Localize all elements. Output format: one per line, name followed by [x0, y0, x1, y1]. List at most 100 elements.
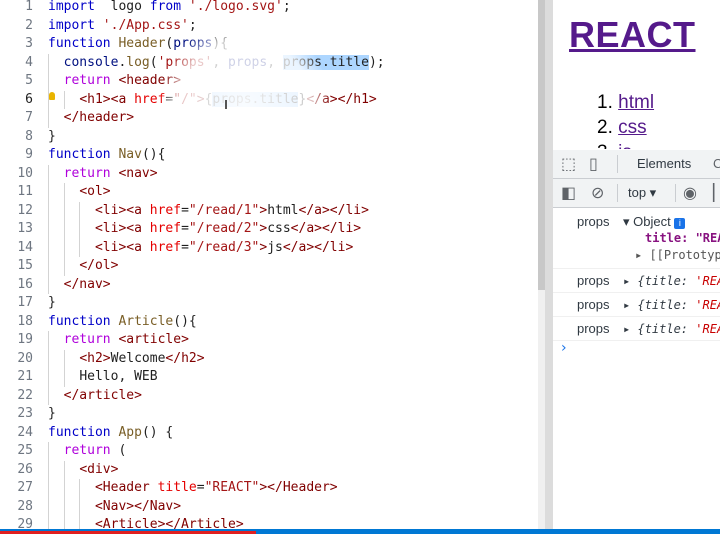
expand-arrow[interactable]: ▸ {	[623, 322, 645, 336]
nav-link-css[interactable]: css	[618, 117, 647, 138]
tab-elements[interactable]: Elements	[637, 150, 691, 178]
code-text: <li><a href="/read/3">js</a></li>	[48, 239, 353, 258]
code-text: <Header title="REACT"></Header>	[48, 479, 338, 498]
inspect-element-icon[interactable]: ⬚	[561, 150, 576, 178]
code-token: <Header	[94, 480, 158, 495]
code-editor[interactable]: 1 import logo from './logo.svg'; 2 import '…	[0, 0, 545, 534]
line-number: 17	[17, 295, 33, 310]
code-line[interactable]: 15 </ol>	[0, 257, 545, 276]
log-object-collapsed[interactable]: ▸ {title: 'REAC	[623, 322, 720, 336]
code-line[interactable]: 18 function Article(){	[0, 313, 545, 332]
log-object-collapsed[interactable]: ▸ {title: 'REAC	[623, 274, 720, 288]
code-text: function Article(){	[48, 313, 197, 332]
code-text: <Nav></Nav>	[48, 498, 181, 517]
code-token: }	[48, 406, 56, 421]
indent-guide	[48, 53, 49, 72]
indent-guide	[63, 497, 65, 516]
object-value: 'REAC	[695, 298, 720, 312]
object-key: title:	[644, 274, 696, 288]
log-object-expanded[interactable]: ▾ Object i	[623, 214, 686, 230]
code-line[interactable]: 23}	[0, 405, 545, 424]
code-token: Hello, WEB	[79, 369, 158, 384]
page-title-link[interactable]: REACT	[569, 14, 696, 56]
code-token: <Nav></Nav>	[94, 498, 182, 514]
code-text: function Nav(){	[48, 146, 165, 165]
code-token: "/read/3"	[188, 239, 260, 255]
code-line[interactable]: 10 return <nav>	[0, 164, 545, 183]
code-line[interactable]: 13 <li><a href="/read/2">css</a></li>	[0, 220, 545, 239]
code-token: <article>	[110, 332, 189, 347]
code-line[interactable]: 1 import logo from './logo.svg';	[0, 0, 545, 17]
code-line[interactable]: 26 <div>	[0, 460, 545, 479]
code-line[interactable]: 22 </article>	[0, 386, 545, 405]
object-summary: ▾ Object	[623, 214, 675, 229]
code-token: (){	[173, 313, 197, 329]
console-log-entry: props ▾ Object i title: "REA ▸ [[Prototy…	[553, 212, 720, 269]
code-token: =	[181, 239, 189, 255]
code-line[interactable]: 21 Hello, WEB	[0, 368, 545, 387]
code-token: function	[48, 36, 111, 51]
log-object-collapsed[interactable]: ▸ {title: 'REAC	[623, 298, 720, 312]
code-text: <h1><a href="/">{props.title}</a></h1>	[48, 91, 377, 110]
info-icon[interactable]: i	[674, 218, 686, 229]
indent-guide	[48, 275, 49, 294]
expand-arrow[interactable]: ▸ {	[623, 298, 645, 312]
code-token: './App.css'	[94, 17, 189, 33]
code-line[interactable]: 11 <ol>	[0, 183, 545, 202]
code-line[interactable]: 5 return <header>	[0, 72, 545, 91]
code-token: ></Header>	[259, 480, 338, 495]
code-token: href	[149, 239, 182, 255]
lightbulb-icon[interactable]	[49, 92, 55, 100]
toolbar-divider	[675, 184, 676, 202]
line-number: 23	[17, 406, 33, 421]
console-log-entry: props ▸ {title: 'REAC	[553, 269, 720, 293]
code-line[interactable]: 9 function Nav(){	[0, 146, 545, 165]
context-selector[interactable]: top ▾	[628, 179, 656, 207]
code-line[interactable]: 25 return (	[0, 442, 545, 461]
code-token: () {	[141, 424, 174, 440]
code-token: </a></h1>	[306, 91, 377, 107]
nav-link-js[interactable]: js	[618, 142, 632, 149]
nav-link-html[interactable]: html	[618, 92, 654, 113]
eye-icon[interactable]: ◉	[683, 179, 697, 207]
code-token: </ol>	[79, 258, 119, 273]
indent-guide	[79, 238, 81, 257]
code-line[interactable]: 16 </nav>	[0, 275, 545, 294]
code-token: css	[267, 221, 291, 236]
object-prototype[interactable]: ▸ [[Prototype	[635, 248, 720, 262]
code-line[interactable]: 8}	[0, 128, 545, 147]
code-token: log	[126, 54, 150, 70]
expand-arrow[interactable]: ▸ {	[623, 274, 645, 288]
code-line[interactable]: 2 import './App.css';	[0, 17, 545, 36]
clear-console-icon[interactable]: ⊘	[591, 179, 604, 207]
log-label: props	[577, 297, 610, 312]
line-number: 1	[25, 0, 33, 14]
code-token: title	[157, 480, 197, 495]
indent-guide	[48, 109, 49, 128]
code-line[interactable]: 7 </header>	[0, 109, 545, 128]
code-line[interactable]: 20 <h2>Welcome</h2>	[0, 349, 545, 368]
code-token: >	[196, 91, 205, 107]
code-line[interactable]: 28 <Nav></Nav>	[0, 497, 545, 517]
tab-console-partial[interactable]: C	[713, 150, 720, 178]
code-line[interactable]: 17}	[0, 294, 545, 313]
code-token: ;	[188, 17, 197, 33]
nav-item-number: 3.	[597, 142, 613, 149]
code-line[interactable]: 19 return <article>	[0, 331, 545, 350]
editor-scrollbar-thumb[interactable]	[538, 0, 545, 290]
filter-icon[interactable]: ▏	[713, 179, 720, 207]
code-line[interactable]: 4 console.log('props', props, props.titl…	[0, 53, 545, 72]
code-line[interactable]: 14 <li><a href="/read/3">js</a></li>	[0, 238, 545, 258]
sidebar-toggle-icon[interactable]: ◧	[561, 179, 576, 207]
device-toolbar-icon[interactable]: ▯	[589, 150, 598, 178]
console-prompt-icon[interactable]: ›	[561, 340, 567, 356]
code-line[interactable]: 27 <Header title="REACT"></Header>	[0, 479, 545, 498]
indent-guide	[79, 220, 81, 239]
indent-guide	[48, 164, 49, 183]
code-line[interactable]: 6 <h1><a href="/">{props.title}</a></h1>	[0, 90, 545, 110]
log-label: props	[577, 273, 610, 288]
devtools-tab-bar: ⬚ ▯ Elements C	[553, 150, 720, 179]
code-line[interactable]: 3 function Header(props){	[0, 35, 545, 54]
code-line[interactable]: 24 function App() {	[0, 424, 545, 443]
code-line[interactable]: 12 <li><a href="/read/1">html</a></li>	[0, 201, 545, 220]
